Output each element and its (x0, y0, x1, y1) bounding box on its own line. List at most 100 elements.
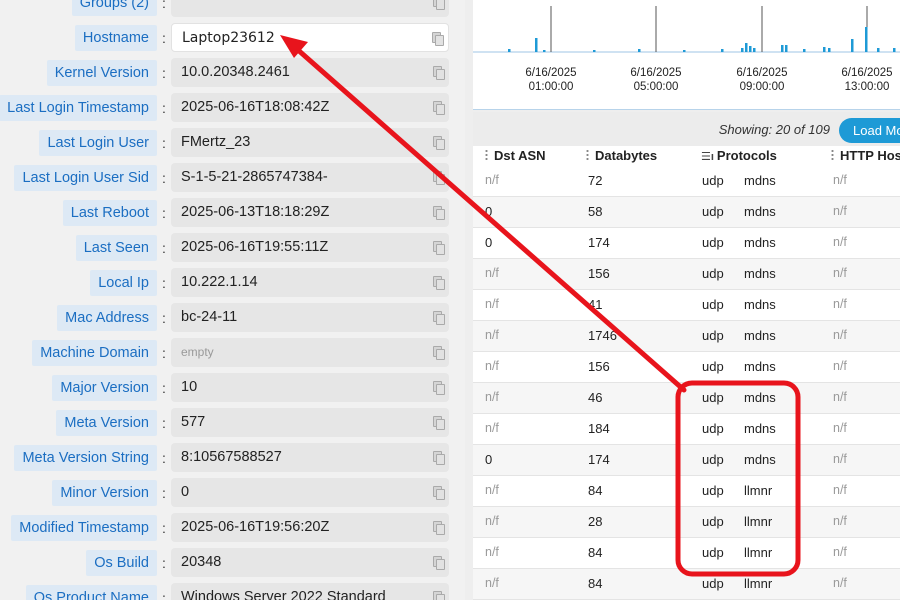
table-cell-http: n/f (833, 328, 847, 342)
table-cell-bytes: 156 (588, 266, 610, 281)
copy-icon[interactable] (432, 32, 444, 46)
property-value: 10.222.1.14 (171, 268, 449, 297)
table-cell-asn: n/f (485, 328, 499, 342)
property-label[interactable]: Last Seen (75, 235, 157, 261)
table-cell-p1: udp (702, 328, 724, 343)
property-label[interactable]: Meta Version (56, 410, 157, 436)
column-header-label: Databytes (595, 148, 658, 163)
property-separator: : (162, 310, 166, 326)
table-row[interactable]: 0 58 udp mdns n/f (473, 197, 900, 228)
property-label[interactable]: Os Product Name (25, 585, 157, 600)
table-cell-asn: 0 (485, 204, 493, 219)
property-label[interactable]: Modified Timestamp (11, 515, 157, 541)
property-label[interactable]: Last Login User Sid (14, 165, 157, 191)
table-row[interactable]: n/f 184 udp mdns n/f (473, 414, 900, 445)
copy-icon[interactable] (433, 521, 445, 535)
property-separator: : (162, 65, 166, 81)
property-label[interactable]: Kernel Version (46, 60, 157, 86)
property-value-text: S-1-5-21-2865747384- (181, 169, 328, 185)
table-row[interactable]: n/f 156 udp mdns n/f (473, 352, 900, 383)
property-label[interactable]: Major Version (52, 375, 157, 401)
property-value: 2025-06-16T18:08:42Z (171, 93, 449, 122)
table-row[interactable]: n/f 84 udp llmnr n/f (473, 538, 900, 569)
table-cell-http: n/f (833, 359, 847, 373)
property-label[interactable]: Mac Address (57, 305, 157, 331)
table-row[interactable]: n/f 84 udp llmnr n/f (473, 476, 900, 507)
copy-icon[interactable] (433, 486, 445, 500)
copy-icon[interactable] (433, 136, 445, 150)
histogram-bar (741, 48, 744, 52)
copy-icon[interactable] (433, 556, 445, 570)
load-more-button[interactable]: Load More (839, 118, 900, 143)
column-drag-handle[interactable] (831, 149, 834, 161)
column-drag-handle[interactable] (485, 149, 488, 161)
column-header-http-host[interactable]: HTTP Host (831, 148, 900, 163)
table-cell-http: n/f (833, 514, 847, 528)
table-cell-bytes: 41 (588, 297, 603, 312)
property-label[interactable]: Os Build (86, 550, 157, 576)
histogram-bar (535, 38, 538, 52)
property-separator: : (162, 380, 166, 396)
property-separator: : (162, 345, 166, 361)
copy-icon[interactable] (433, 241, 445, 255)
property-label[interactable]: Groups (2) (71, 0, 157, 16)
property-row: Last Login User Sid: S-1-5-21-2865747384- (0, 161, 465, 196)
property-label[interactable]: Hostname (74, 25, 157, 51)
copy-icon[interactable] (433, 101, 445, 115)
property-value: FMertz_23 (171, 128, 449, 157)
table-cell-p1: udp (702, 483, 724, 498)
table-cell-p1: udp (702, 359, 724, 374)
copy-icon[interactable] (433, 416, 445, 430)
table-row[interactable]: n/f 28 udp llmnr n/f (473, 507, 900, 538)
histogram-bar (865, 27, 868, 52)
device-properties-panel: Groups (2): Hostname: Laptop23612 Kernel Ve… (0, 0, 465, 600)
property-label[interactable]: Last Reboot (62, 200, 157, 226)
copy-icon[interactable] (433, 276, 445, 290)
property-row: Meta Version String:8:10567588527 (0, 441, 465, 476)
property-row: Mac Address: bc-24-11 (0, 301, 465, 336)
property-separator: : (162, 485, 166, 501)
table-row[interactable]: n/f 1746 udp mdns n/f (473, 321, 900, 352)
table-cell-bytes: 184 (588, 421, 610, 436)
table-cell-bytes: 84 (588, 576, 603, 591)
table-row[interactable]: n/f 41 udp mdns n/f (473, 290, 900, 321)
copy-icon[interactable] (433, 206, 445, 220)
network-events-panel: 6/16/2025 01:00:00 6/16/2025 05:00:00 6/16/2… (465, 0, 900, 600)
table-row[interactable]: 0 174 udp mdns n/f (473, 228, 900, 259)
table-cell-p1: udp (702, 173, 724, 188)
column-drag-handle[interactable] (586, 149, 589, 161)
histogram-bar (508, 49, 511, 52)
table-row[interactable]: n/f 84 udp llmnr n/f (473, 569, 900, 600)
property-label[interactable]: Meta Version String (14, 445, 157, 471)
property-label[interactable]: Machine Domain (32, 340, 157, 366)
column-header-protocols[interactable]: ☰ı Protocols (701, 148, 777, 163)
table-row[interactable]: 0 174 udp mdns n/f (473, 445, 900, 476)
table-cell-p2: mdns (744, 421, 776, 436)
column-header-label: HTTP Host (840, 148, 900, 163)
copy-icon[interactable] (433, 66, 445, 80)
copy-icon[interactable] (433, 311, 445, 325)
copy-icon[interactable] (433, 591, 445, 600)
property-separator: : (162, 275, 166, 291)
copy-icon[interactable] (433, 171, 445, 185)
property-label[interactable]: Minor Version (52, 480, 157, 506)
property-label[interactable]: Local Ip (90, 270, 157, 296)
table-header: Dst ASN Databytes ☰ı Protocols HTTP Host (473, 146, 900, 166)
column-header-databytes[interactable]: Databytes (586, 148, 657, 163)
table-cell-http: n/f (833, 266, 847, 280)
copy-icon[interactable] (433, 0, 445, 10)
property-label[interactable]: Last Login User (39, 130, 157, 156)
table-cell-asn: 0 (485, 235, 493, 250)
property-row: Last Seen:2025-06-16T19:55:11Z (0, 231, 465, 266)
table-row[interactable]: n/f 46 udp mdns n/f (473, 383, 900, 414)
property-separator: : (162, 590, 166, 600)
property-label[interactable]: Last Login Timestamp (0, 95, 157, 121)
table-row[interactable]: n/f 156 udp mdns n/f (473, 259, 900, 290)
property-value: 20348 (171, 548, 449, 577)
table-row[interactable]: n/f 72 udp mdns n/f (473, 166, 900, 197)
sort-icon[interactable]: ☰ı (701, 150, 714, 163)
copy-icon[interactable] (433, 346, 445, 360)
copy-icon[interactable] (433, 381, 445, 395)
copy-icon[interactable] (433, 451, 445, 465)
column-header-dst-asn[interactable]: Dst ASN (485, 148, 546, 163)
